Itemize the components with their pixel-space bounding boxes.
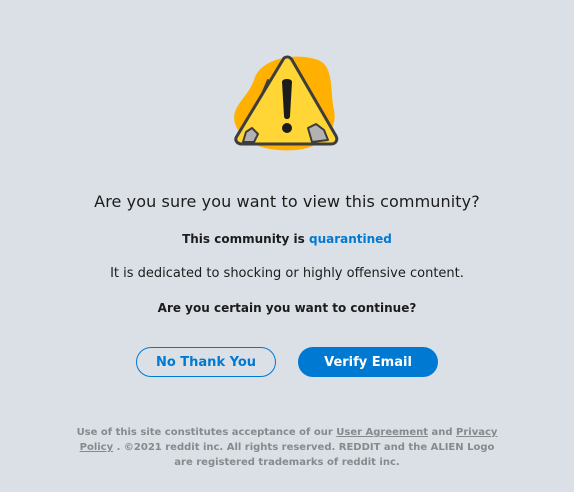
user-agreement-link[interactable]: User Agreement (336, 427, 428, 438)
quarantine-page: Are you sure you want to view this commu… (0, 0, 574, 492)
verify-email-button[interactable]: Verify Email (298, 347, 438, 377)
footer-legal: Use of this site constitutes acceptance … (70, 425, 504, 470)
status-prefix: This community is (182, 232, 305, 246)
footer-text-2: ©2021 reddit inc. All rights reserved. R… (123, 442, 495, 468)
warning-triangle-icon (226, 50, 346, 160)
quarantined-link[interactable]: quarantined (309, 232, 392, 246)
footer-and: and (431, 427, 453, 438)
no-thank-you-button[interactable]: No Thank You (136, 347, 276, 377)
continue-question: Are you certain you want to continue? (157, 301, 417, 315)
page-title: Are you sure you want to view this commu… (94, 192, 480, 211)
community-description: It is dedicated to shocking or highly of… (110, 266, 464, 281)
footer-text-1: Use of this site constitutes acceptance … (76, 427, 333, 438)
quarantine-status: This community is quarantined (0, 232, 574, 246)
footer-period: . (116, 442, 121, 453)
